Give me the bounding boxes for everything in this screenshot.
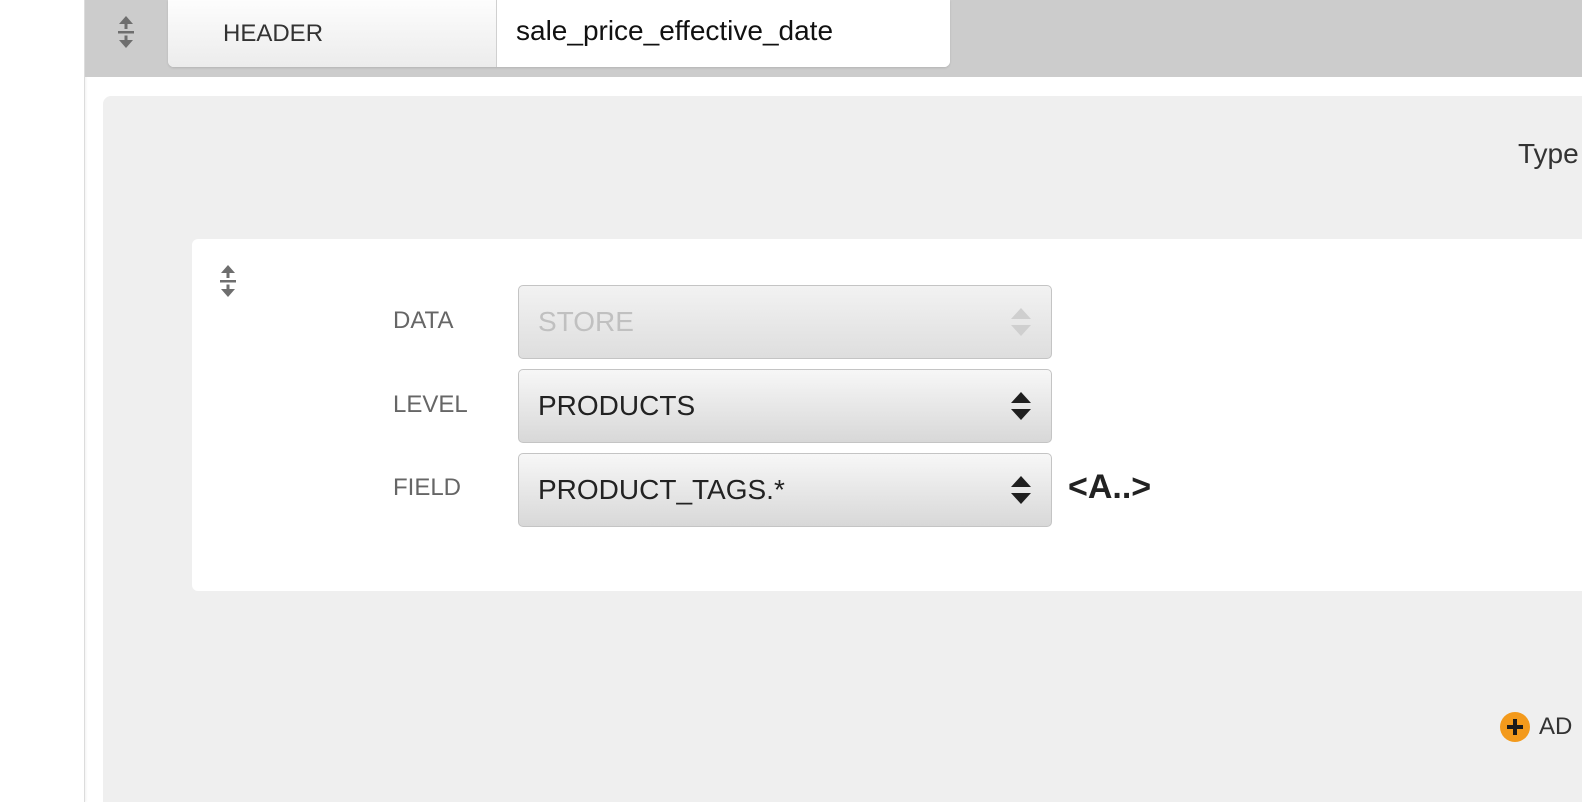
data-select: STORE bbox=[518, 285, 1052, 359]
header-value-input[interactable] bbox=[497, 0, 950, 67]
header-field-group: HEADER bbox=[168, 0, 950, 67]
up-down-arrows-icon bbox=[1010, 306, 1032, 338]
add-button[interactable]: AD bbox=[1500, 712, 1572, 742]
drag-handle-icon[interactable] bbox=[116, 14, 136, 50]
header-label: HEADER bbox=[168, 0, 497, 67]
type-label: Type bbox=[1518, 138, 1579, 169]
drag-handle-icon[interactable] bbox=[218, 263, 238, 299]
plus-circle-icon bbox=[1500, 712, 1530, 742]
up-down-arrows-icon bbox=[1010, 474, 1032, 506]
data-label: DATA bbox=[393, 307, 454, 334]
field-select[interactable]: PRODUCT_TAGS.* bbox=[518, 453, 1052, 527]
left-gutter bbox=[0, 0, 85, 802]
field-select-value: PRODUCT_TAGS.* bbox=[538, 474, 785, 505]
data-select-value: STORE bbox=[538, 306, 634, 337]
field-label: FIELD bbox=[393, 474, 462, 501]
up-down-arrows-icon bbox=[1010, 390, 1032, 422]
level-label: LEVEL bbox=[393, 391, 468, 418]
level-select-value: PRODUCTS bbox=[538, 390, 696, 421]
field-hint: <A..> bbox=[1068, 468, 1152, 506]
app-root: HEADER Type DATA STORE LEVEL PRODUCTS bbox=[0, 0, 1582, 802]
level-select[interactable]: PRODUCTS bbox=[518, 369, 1052, 443]
add-button-label: AD bbox=[1539, 713, 1573, 740]
